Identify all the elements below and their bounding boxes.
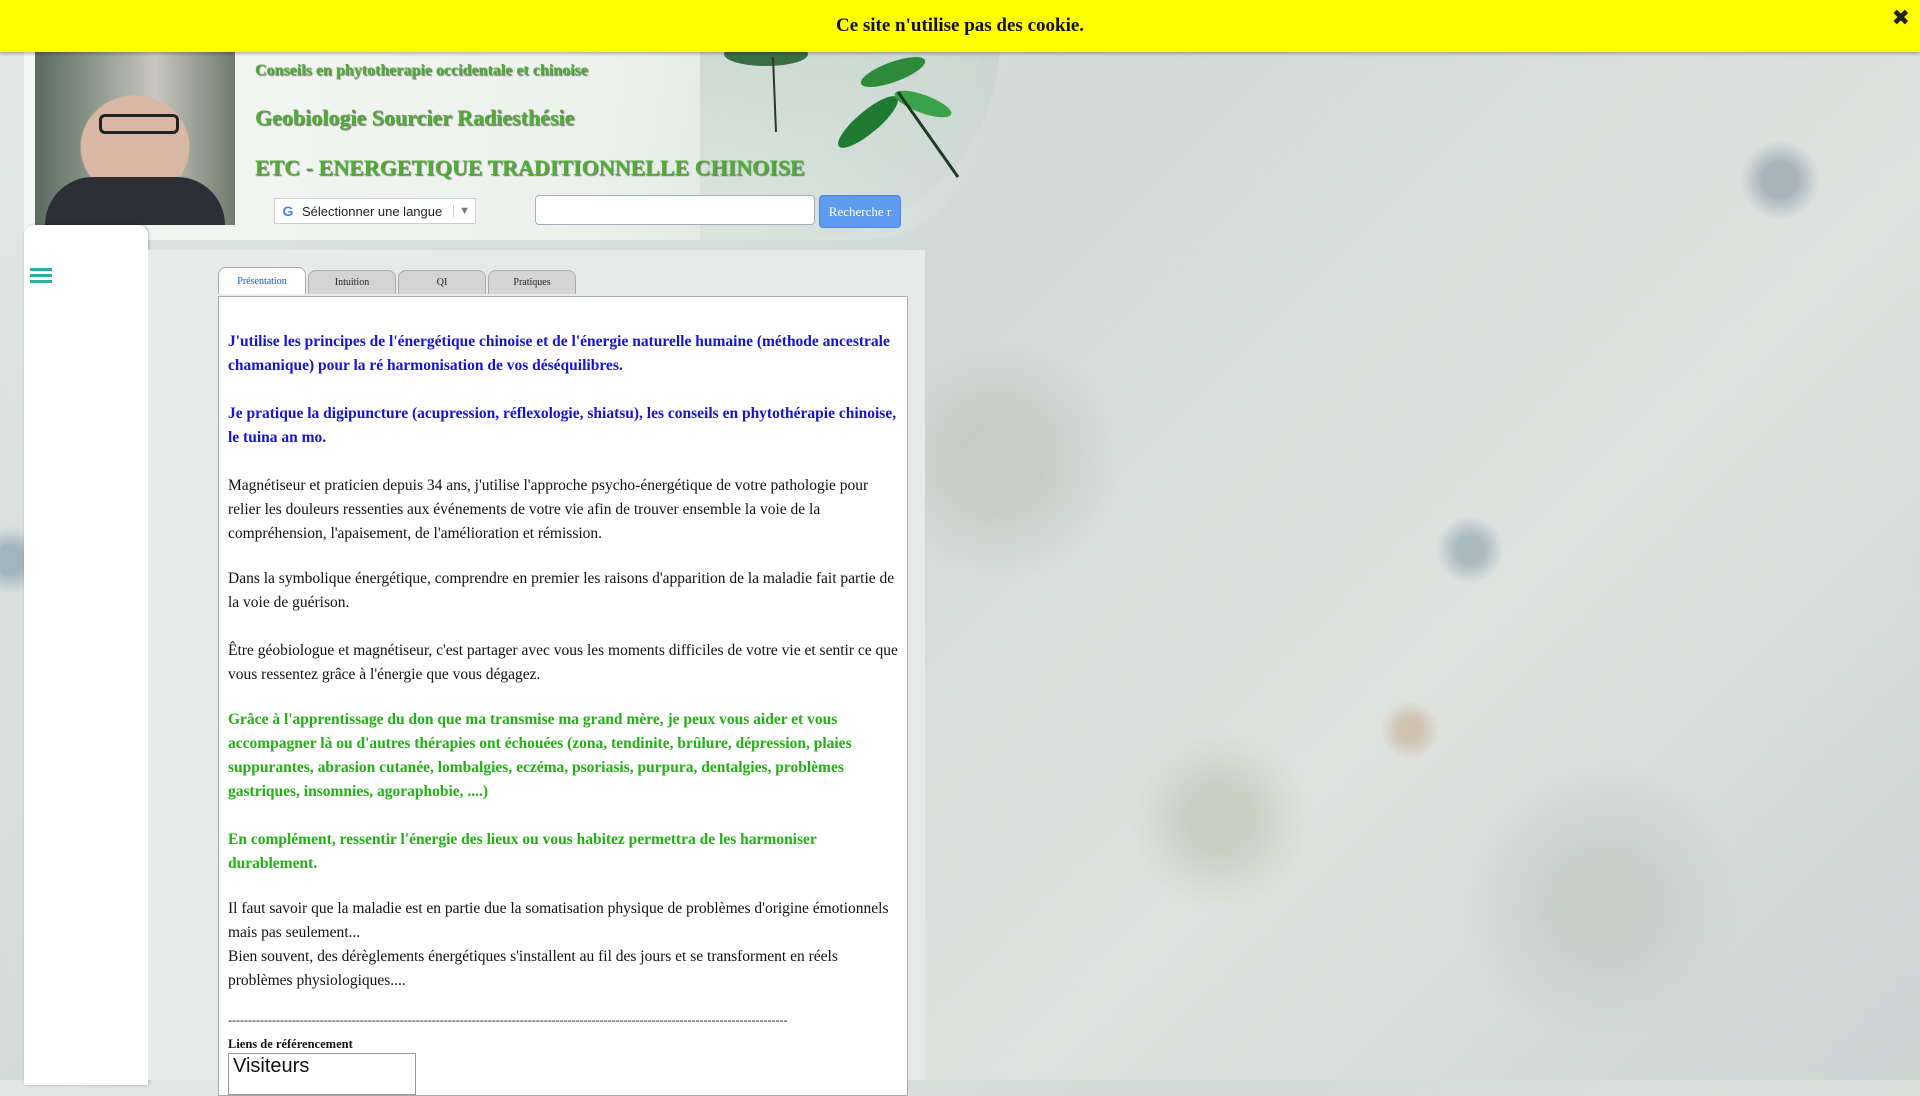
paragraph-don: Grâce à l'apprentissage du don que ma tr… xyxy=(228,711,852,800)
separator-line: ----------------------------------------… xyxy=(228,1013,788,1027)
visitors-label: Visiteurs xyxy=(233,1055,310,1077)
search-input[interactable] xyxy=(535,195,815,225)
language-select[interactable]: G Sélectionner une langue ▼ xyxy=(274,198,476,224)
google-icon: G xyxy=(282,203,294,219)
tab-qi[interactable]: QI xyxy=(398,270,486,294)
paragraph-magnetiseur: Magnétiseur et praticien depuis 34 ans, … xyxy=(228,477,869,542)
language-select-label: Sélectionner une langue xyxy=(302,203,443,219)
left-sidebar xyxy=(24,225,148,1085)
tab-intuition[interactable]: Intuition xyxy=(308,270,396,294)
header-line-etc: ETC - ENERGETIQUE TRADITIONNELLE CHINOIS… xyxy=(255,155,805,180)
chevron-down-icon: ▼ xyxy=(453,205,470,217)
cookie-banner: Ce site n'utilise pas des cookie. ✖ xyxy=(0,0,1920,52)
paragraph-symbolique: Dans la symbolique énergétique, comprend… xyxy=(228,570,895,611)
header-line-phyto: Conseils en phytotherapie occidentale et… xyxy=(255,62,588,79)
hamburger-menu-icon[interactable] xyxy=(30,268,52,284)
tab-presentation[interactable]: Présentation xyxy=(218,267,306,294)
paragraph-maladie: Il faut savoir que la maladie est en par… xyxy=(228,900,889,941)
referencing-links-title: Liens de référencement xyxy=(228,1037,353,1051)
header-line-geobiologie: Geobiologie Sourcier Radiesthésie xyxy=(255,105,575,130)
search-button[interactable]: Recherche r xyxy=(819,195,901,228)
visitors-widget: Visiteurs xyxy=(228,1053,416,1095)
paragraph-geobiologue: Être géobiologue et magnétiseur, c'est p… xyxy=(228,642,898,683)
profile-photo xyxy=(35,52,235,225)
tab-pratiques[interactable]: Pratiques xyxy=(488,270,576,294)
cookie-message: Ce site n'utilise pas des cookie. xyxy=(835,15,1085,36)
paragraph-dereglements: Bien souvent, des dérèglements énergétiq… xyxy=(228,948,838,989)
paragraph-complement: En complément, ressentir l'énergie des l… xyxy=(228,831,817,872)
close-icon[interactable]: ✖ xyxy=(1892,6,1910,31)
paragraph-principes: J'utilise les principes de l'énergétique… xyxy=(228,333,890,374)
tab-bar: Présentation Intuition QI Pratiques xyxy=(218,267,578,294)
paragraph-digipuncture: Je pratique la digipuncture (acupression… xyxy=(228,405,897,446)
